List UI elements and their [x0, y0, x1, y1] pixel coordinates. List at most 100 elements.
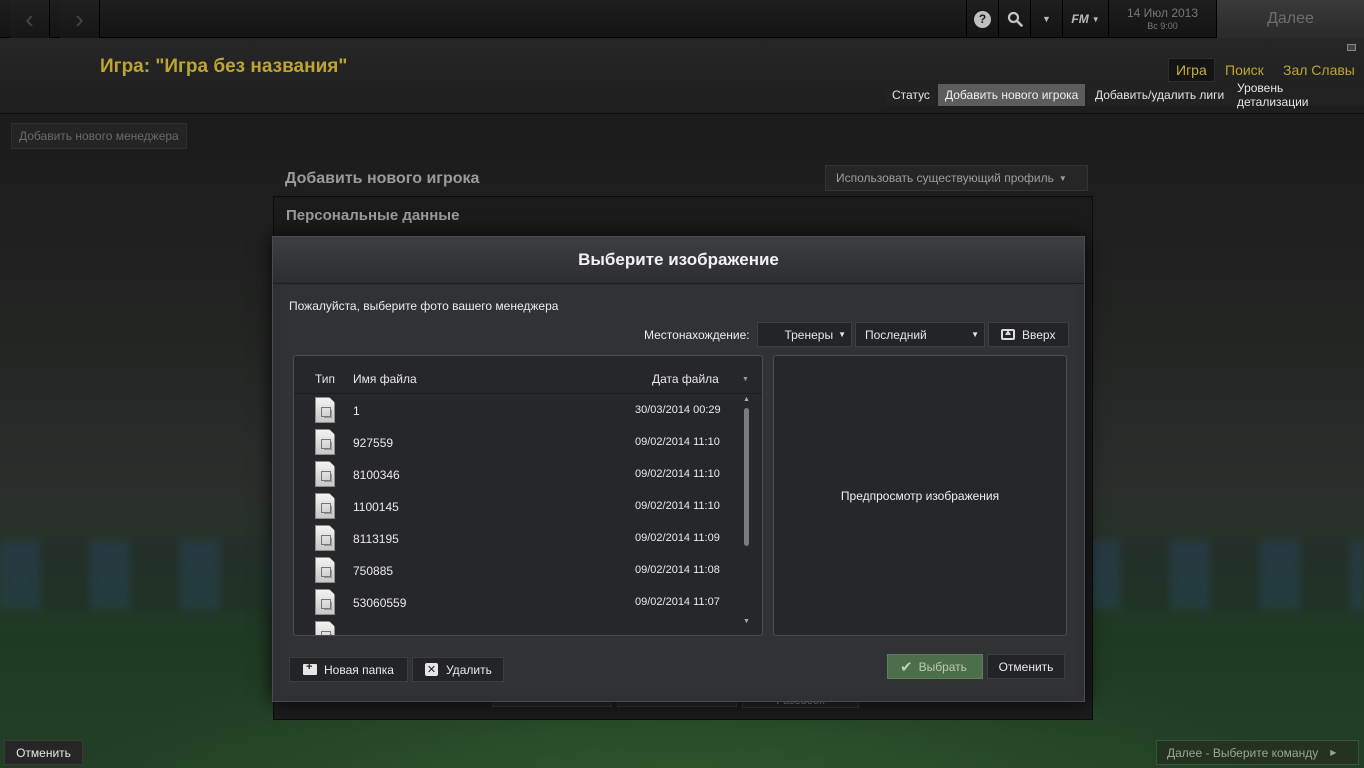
up-folder-button[interactable]: Вверх [988, 322, 1069, 347]
tab-hall-of-fame[interactable]: Зал Славы [1276, 58, 1362, 82]
file-name: 927559 [353, 436, 394, 450]
column-filename[interactable]: Имя файла [353, 372, 417, 386]
file-row[interactable]: 1 30/03/2014 00:29 [294, 395, 744, 427]
file-date: 09/02/2014 11:08 [635, 564, 720, 576]
file-row[interactable]: 1100145 09/02/2014 11:10 [294, 491, 744, 523]
search-dropdown-button[interactable]: ▼ [1030, 0, 1062, 38]
file-row[interactable]: 53060559 09/02/2014 11:07 [294, 587, 744, 619]
file-date: 09/02/2014 11:10 [635, 468, 720, 480]
new-folder-button[interactable]: Новая папка [289, 657, 408, 682]
search-icon [1007, 11, 1023, 27]
file-name: 1100145 [353, 500, 399, 514]
back-button[interactable]: ‹ [10, 0, 50, 38]
column-filedate[interactable]: Дата файла [652, 372, 719, 386]
scrollbar[interactable]: ▲ ▼ [743, 396, 751, 628]
image-file-icon [315, 461, 335, 487]
sort-value: Последний [865, 327, 927, 342]
search-button[interactable] [998, 0, 1030, 38]
forward-button[interactable]: › [60, 0, 100, 38]
image-file-icon [315, 525, 335, 551]
up-label: Вверх [1022, 327, 1056, 342]
file-row[interactable]: 8100346 09/02/2014 11:10 [294, 459, 744, 491]
image-file-icon [315, 589, 335, 615]
chevron-left-icon: ‹ [25, 3, 34, 34]
file-name: 750885 [353, 564, 394, 578]
next-label: Далее - Выберите команду [1167, 745, 1319, 760]
folder-up-icon [1001, 329, 1015, 340]
top-bar: ‹ › ? ▼ FM ▼ 14 Июл 2013 Вс 9:00 Далее [0, 0, 1364, 38]
location-value: Тренеры [784, 327, 834, 342]
file-date: 09/02/2014 11:10 [635, 436, 720, 448]
image-file-icon [315, 493, 335, 519]
checkmark-icon: ✔ [900, 658, 913, 676]
page-header: Игра: "Игра без названия" Игра Поиск Зал… [0, 38, 1364, 114]
instruction-text: Пожалуйста, выберите фото вашего менедже… [289, 299, 559, 313]
delete-button[interactable]: ✕ Удалить [412, 657, 504, 682]
dialog-cancel-button[interactable]: Отменить [987, 654, 1065, 679]
select-label: Выбрать [918, 659, 967, 674]
file-name: 53060559 [353, 596, 407, 610]
subtab-leagues[interactable]: Добавить/удалить лиги [1088, 84, 1232, 106]
file-row-partial[interactable] [294, 619, 744, 635]
file-row[interactable]: 927559 09/02/2014 11:10 [294, 427, 744, 459]
image-file-icon [315, 557, 335, 583]
section-heading: Добавить нового игрока [285, 170, 480, 187]
window-icon[interactable] [1347, 44, 1356, 51]
file-row[interactable]: 8113195 09/02/2014 11:09 [294, 523, 744, 555]
subtab-status[interactable]: Статус [885, 84, 937, 106]
delete-label: Удалить [446, 662, 492, 677]
image-preview: Предпросмотр изображения [773, 355, 1067, 636]
column-type[interactable]: Тип [315, 372, 335, 386]
file-date: 09/02/2014 11:10 [635, 500, 720, 512]
image-file-icon [315, 621, 335, 635]
file-name: 8113195 [353, 532, 399, 546]
file-name: 1 [353, 404, 360, 418]
subtab-detail-level[interactable]: Уровень детализации [1230, 81, 1364, 109]
sort-dropdown[interactable]: Последний ▼ [855, 322, 985, 347]
day-time-text: Вс 9:00 [1147, 21, 1178, 31]
chevron-right-icon: › [75, 3, 84, 34]
tab-game[interactable]: Игра [1168, 58, 1215, 82]
dialog-title: Выберите изображение [578, 250, 779, 269]
date-text: 14 Июл 2013 [1126, 6, 1199, 20]
caret-down-icon: ▼ [1058, 173, 1067, 183]
scroll-down-icon[interactable]: ▼ [743, 618, 750, 625]
caret-down-icon: ▼ [838, 330, 846, 339]
cancel-button[interactable]: Отменить [4, 740, 83, 765]
help-button[interactable]: ? [966, 0, 998, 38]
location-dropdown[interactable]: Тренеры ▼ [757, 322, 852, 347]
action-bar: Добавить нового менеджера [0, 114, 1364, 160]
sort-descending-icon[interactable]: ▼ [742, 376, 749, 383]
continue-button[interactable]: Далее [1216, 0, 1364, 38]
caret-down-icon: ▼ [1042, 14, 1051, 24]
play-arrow-icon: ▶ [1330, 748, 1337, 757]
file-rows: 1 30/03/2014 00:29 927559 09/02/2014 11:10 8… [294, 395, 744, 635]
file-date: 09/02/2014 11:09 [635, 532, 720, 544]
scroll-thumb[interactable] [744, 408, 749, 546]
file-row[interactable]: 750885 09/02/2014 11:08 [294, 555, 744, 587]
select-button[interactable]: ✔ Выбрать [887, 654, 983, 679]
file-date: 09/02/2014 11:07 [635, 596, 720, 608]
select-image-dialog: Выберите изображение Пожалуйста, выберит… [272, 236, 1085, 702]
page-title: Игра: "Игра без названия" [100, 56, 348, 77]
caret-down-icon: ▼ [1091, 14, 1100, 24]
game-date: 14 Июл 2013 Вс 9:00 [1108, 0, 1216, 38]
tab-search[interactable]: Поиск [1218, 58, 1271, 82]
dialog-body: Пожалуйста, выберите фото вашего менедже… [281, 285, 1076, 695]
use-profile-dropdown[interactable]: Использовать существующий профиль ▼ [825, 165, 1088, 191]
file-date: 30/03/2014 00:29 [635, 404, 721, 416]
preview-text: Предпросмотр изображения [840, 488, 1000, 503]
file-list-header: Тип Имя файла Дата файла ▼ [294, 356, 762, 394]
image-file-icon [315, 429, 335, 455]
new-folder-icon [303, 661, 317, 675]
use-profile-label: Использовать существующий профиль [836, 171, 1054, 185]
panel-title: Персональные данные [286, 207, 460, 224]
fm-menu-button[interactable]: FM ▼ [1062, 0, 1108, 38]
help-icon: ? [974, 10, 991, 28]
scroll-up-icon[interactable]: ▲ [743, 396, 750, 403]
next-choose-team-button[interactable]: Далее - Выберите команду ▶ [1156, 740, 1359, 765]
add-manager-button[interactable]: Добавить нового менеджера [11, 123, 187, 149]
subtab-add-player[interactable]: Добавить нового игрока [938, 84, 1086, 106]
caret-down-icon: ▼ [971, 330, 979, 339]
fm-logo: FM [1071, 12, 1089, 26]
